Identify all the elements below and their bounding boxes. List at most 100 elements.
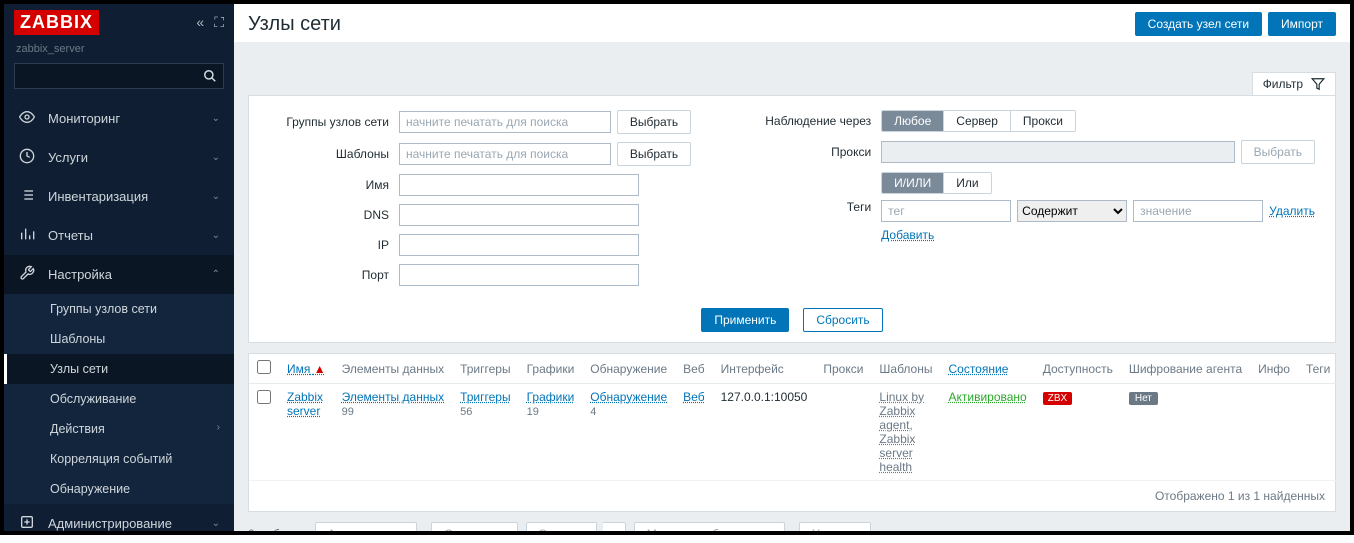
server-name: zabbix_server [4,41,234,63]
col-encryption: Шифрование агента [1121,354,1250,384]
logo[interactable]: ZABBIX [14,10,99,35]
templates-cell[interactable]: Linux by Zabbix agent, Zabbix server hea… [879,390,924,474]
tag-add-link[interactable]: Добавить [881,228,934,242]
subnav-actions[interactable]: Действия› [4,414,234,444]
nav-services[interactable]: Услуги ⌄ [4,138,234,177]
page-title: Узлы сети [248,13,341,36]
nav-label: Инвентаризация [48,189,200,204]
nav-inventory[interactable]: Инвентаризация ⌄ [4,177,234,216]
col-status[interactable]: Состояние [940,354,1034,384]
label-name: Имя [269,178,399,192]
triggers-link[interactable]: Триггеры [460,390,511,404]
filter-tab-label: Фильтр [1263,77,1303,91]
ip-input[interactable] [399,234,639,256]
nav-configuration[interactable]: Настройка ⌃ [4,255,234,294]
chevron-down-icon: ⌄ [212,191,220,202]
graphs-count: 19 [527,406,539,418]
tag-operator-select[interactable]: Содержит [1017,200,1127,222]
templates-select-button[interactable]: Выбрать [617,142,691,166]
bulk-activate-button: Активировать [315,522,417,531]
subnav-templates[interactable]: Шаблоны [4,324,234,354]
web-link[interactable]: Веб [683,390,704,404]
label-host-groups: Группы узлов сети [269,115,399,129]
name-input[interactable] [399,174,639,196]
wrench-icon [18,265,36,284]
subnav-configuration: Группы узлов сети Шаблоны Узлы сети Обсл… [4,294,234,504]
hosts-table: Имя ▲ Элементы данных Триггеры Графики О… [249,354,1338,481]
nav-label: Услуги [48,150,200,165]
apply-button[interactable]: Применить [701,308,789,332]
col-name[interactable]: Имя ▲ [279,354,334,384]
seg-or[interactable]: Или [944,173,990,193]
col-interface: Интерфейс [713,354,816,384]
status-link[interactable]: Активировано [948,390,1026,404]
col-triggers: Триггеры [452,354,519,384]
subnav-event-correlation[interactable]: Корреляция событий [4,444,234,474]
search-icon[interactable] [203,69,217,85]
col-web: Веб [675,354,712,384]
create-host-button[interactable]: Создать узел сети [1135,12,1262,36]
tag-delete-link[interactable]: Удалить [1269,204,1315,218]
bulk-export-button: Экспорт [526,522,597,531]
nav-label: Настройка [48,267,200,282]
host-groups-select-button[interactable]: Выбрать [617,110,691,134]
tag-name-input[interactable] [881,200,1011,222]
sort-asc-icon: ▲ [314,362,326,376]
label-proxy: Прокси [751,145,881,159]
filter-panel: Группы узлов сети Выбрать Шаблоны Выбрат… [248,95,1336,343]
col-proxy: Прокси [815,354,871,384]
label-port: Порт [269,268,399,282]
nav-label: Отчеты [48,228,200,243]
seg-server[interactable]: Сервер [944,111,1011,131]
seg-proxy[interactable]: Прокси [1011,111,1075,131]
list-icon [18,187,36,206]
search-input[interactable] [21,69,203,83]
table-footer: Отображено 1 из 1 найденных [249,481,1335,511]
reset-button[interactable]: Сбросить [803,308,882,332]
filter-tab[interactable]: Фильтр [1252,72,1336,95]
nav-label: Мониторинг [48,111,200,126]
col-templates: Шаблоны [871,354,940,384]
collapse-icon[interactable]: « [196,14,204,31]
col-graphs: Графики [519,354,583,384]
chevron-up-icon: ⌃ [212,269,220,280]
templates-input[interactable] [399,143,611,165]
fullscreen-icon[interactable]: ⛶ [214,14,224,31]
nav-label: Администрирование [48,516,200,531]
seg-and-or[interactable]: И/ИЛИ [882,173,944,193]
discovery-link[interactable]: Обнаружение [590,390,667,404]
nav-administration[interactable]: Администрирование ⌄ [4,504,234,543]
items-link[interactable]: Элементы данных [342,390,444,404]
select-all-checkbox[interactable] [257,360,271,374]
subnav-host-groups[interactable]: Группы узлов сети [4,294,234,324]
tag-value-input[interactable] [1133,200,1263,222]
seg-any[interactable]: Любое [882,111,944,131]
chevron-down-icon: ⌄ [212,518,220,529]
graphs-link[interactable]: Графики [527,390,575,404]
subnav-maintenance[interactable]: Обслуживание [4,384,234,414]
import-button[interactable]: Импорт [1268,12,1336,36]
eye-icon [18,109,36,128]
nav-monitoring[interactable]: Мониторинг ⌄ [4,99,234,138]
col-tags: Теги [1298,354,1338,384]
col-items: Элементы данных [334,354,452,384]
subnav-hosts[interactable]: Узлы сети [4,354,234,384]
host-name-link[interactable]: Zabbix server [287,390,323,418]
label-tags: Теги [751,200,881,214]
chevron-down-icon: ⌄ [212,152,220,163]
col-discovery: Обнаружение [582,354,675,384]
subnav-discovery[interactable]: Обнаружение [4,474,234,504]
page-header: Узлы сети Создать узел сети Импорт [234,4,1350,42]
host-groups-input[interactable] [399,111,611,133]
dns-input[interactable] [399,204,639,226]
table-row: Zabbix server Элементы данных 99 Триггер… [249,384,1338,481]
row-checkbox[interactable] [257,390,271,404]
bulk-actions: 0 выбрано Активировать Отключить Экспорт… [248,512,1336,531]
nav-label: Действия [50,422,105,436]
monitored-by-segment: Любое Сервер Прокси [881,110,1076,132]
filter-tab-row: Фильтр [234,42,1350,95]
port-input[interactable] [399,264,639,286]
nav-reports[interactable]: Отчеты ⌄ [4,216,234,255]
bulk-disable-button: Отключить [431,522,518,531]
search-box[interactable] [14,63,224,89]
